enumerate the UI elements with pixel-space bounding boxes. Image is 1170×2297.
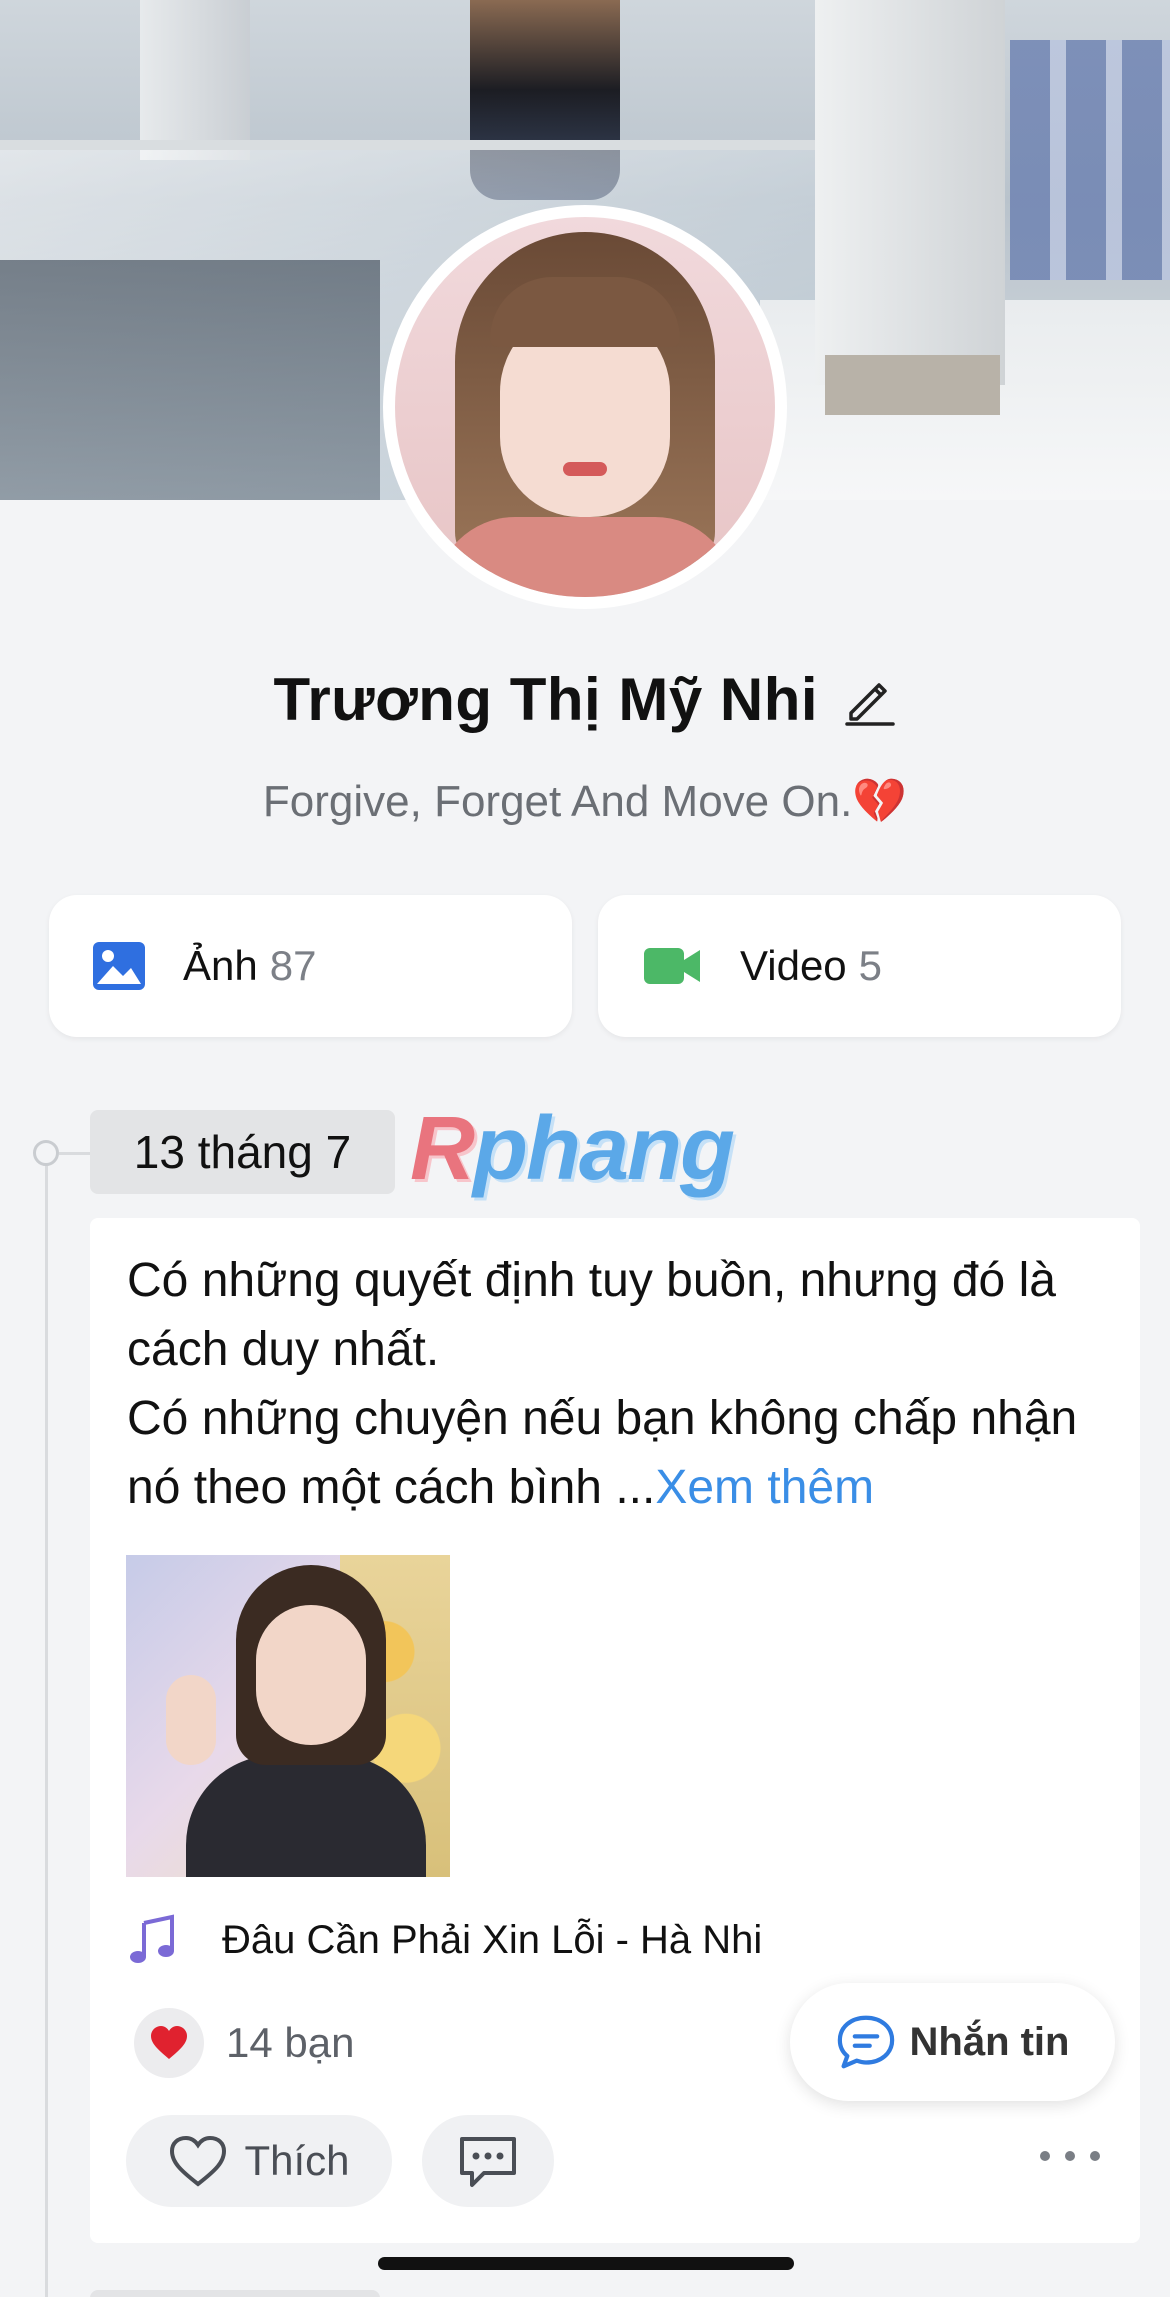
more-dots-icon[interactable] [1040, 2136, 1100, 2176]
photos-label: Ảnh [183, 942, 258, 989]
photos-count: 87 [269, 942, 317, 989]
watermark-logo: Rphang [410, 1099, 735, 1199]
post-text-line1: Có những quyết định tuy buồn, nhưng đó l… [127, 1254, 1056, 1376]
message-label: Nhắn tin [909, 2019, 1070, 2064]
heart-outline-icon [170, 2135, 227, 2187]
comment-icon [460, 2137, 516, 2187]
post-actions: Thích [126, 2115, 554, 2207]
cover-decor [1010, 40, 1170, 280]
avatar-image [395, 217, 775, 597]
post-photo[interactable] [126, 1555, 450, 1877]
music-note-icon [130, 1914, 174, 1963]
timeline-tick [59, 1152, 91, 1155]
videos-count: 5 [858, 942, 883, 989]
cover-decor [815, 0, 1005, 385]
like-label: Thích [244, 2137, 350, 2184]
videos-label: Video [740, 942, 847, 989]
cover-decor [825, 355, 1000, 415]
photos-button[interactable]: Ảnh 87 [49, 895, 572, 1037]
profile-name-row: Trương Thị Mỹ Nhi [0, 665, 1170, 734]
profile-bio: Forgive, Forget And Move On.💔 [262, 777, 908, 826]
timeline-line [45, 1160, 48, 2297]
post-text: Có những quyết định tuy buồn, nhưng đó l… [127, 1246, 1117, 1522]
music-title: Đâu Cần Phải Xin Lỗi - Hà Nhi [222, 1917, 763, 1962]
comment-button[interactable] [422, 2115, 554, 2207]
reaction-count: 14 bạn [226, 2019, 355, 2066]
cover-decor [0, 260, 380, 500]
avatar[interactable] [383, 205, 787, 609]
post-date: 13 tháng 7 [90, 1110, 395, 1194]
heart-icon [134, 2008, 204, 2078]
chat-bubble-icon [837, 2015, 894, 2069]
cover-decor [140, 0, 250, 160]
post-text-line2: Có những chuyện nếu bạn không chấp nhận … [127, 1392, 1078, 1514]
see-more-link[interactable]: Xem thêm [655, 1461, 874, 1514]
home-indicator[interactable] [378, 2257, 794, 2270]
message-button[interactable]: Nhắn tin [790, 1983, 1115, 2101]
music-row[interactable]: Đâu Cần Phải Xin Lỗi - Hà Nhi [126, 1913, 762, 1967]
profile-name: Trương Thị Mỹ Nhi [273, 666, 819, 733]
timeline-dot [33, 1140, 59, 1166]
image-icon [93, 942, 145, 990]
pencil-icon[interactable] [843, 673, 897, 727]
video-camera-icon [644, 948, 700, 984]
reactions-row[interactable]: 14 bạn [134, 2008, 354, 2078]
like-button[interactable]: Thích [126, 2115, 392, 2207]
next-date-chip [90, 2290, 380, 2297]
videos-button[interactable]: Video 5 [598, 895, 1121, 1037]
